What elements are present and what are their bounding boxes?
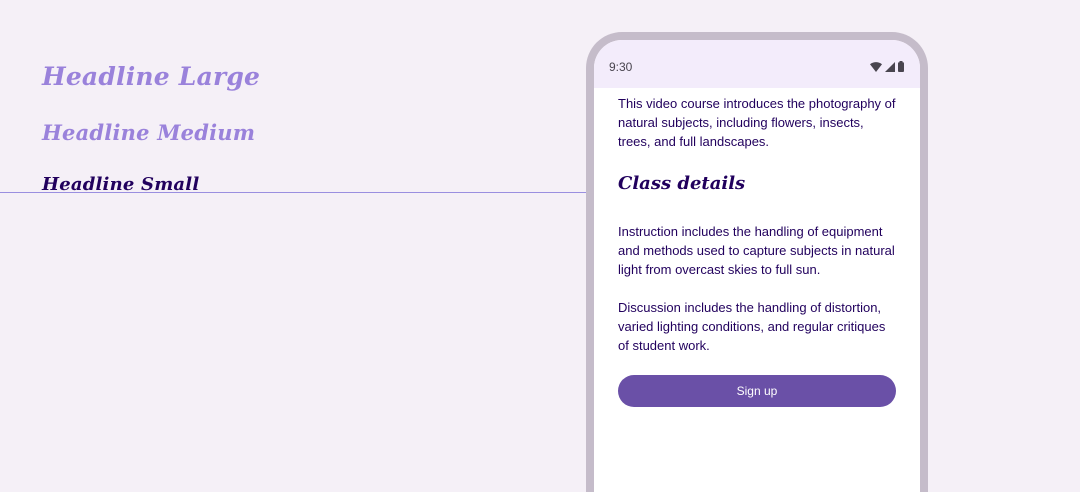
headline-large-sample: Headline Large xyxy=(42,62,261,91)
phone-content: This video course introduces the photogr… xyxy=(594,88,920,407)
guide-line xyxy=(0,192,602,193)
details-paragraph-instruction: Instruction includes the handling of equ… xyxy=(618,224,895,277)
phone-frame: 9:30 This video course introduces the ph… xyxy=(586,32,928,492)
headline-medium-sample: Headline Medium xyxy=(42,120,256,145)
intro-paragraph: This video course introduces the photogr… xyxy=(618,96,896,149)
status-bar: 9:30 xyxy=(594,40,920,88)
cellular-signal-icon xyxy=(885,61,895,72)
details-paragraph-discussion: Discussion includes the handling of dist… xyxy=(618,300,886,353)
battery-icon xyxy=(898,61,904,72)
wifi-icon xyxy=(870,61,882,72)
status-time: 9:30 xyxy=(609,60,633,74)
section-heading: Class details xyxy=(618,173,746,194)
sign-up-button[interactable]: Sign up xyxy=(618,375,896,407)
status-icons xyxy=(870,61,904,72)
